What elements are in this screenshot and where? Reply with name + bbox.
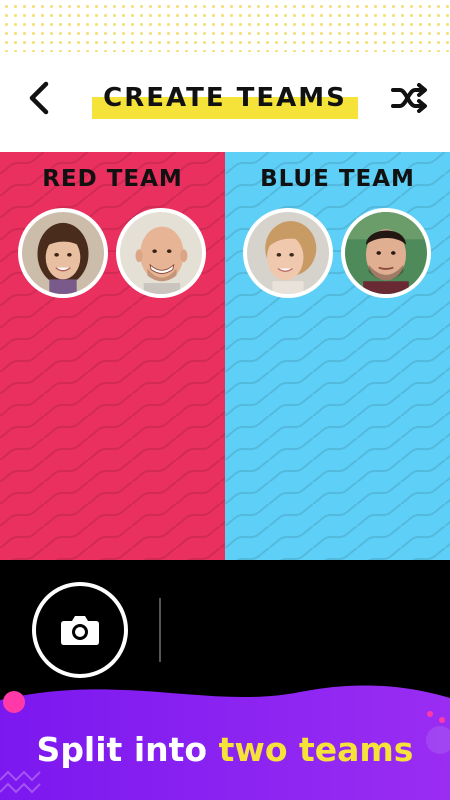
person-photo xyxy=(22,212,104,294)
wave-pattern xyxy=(0,152,225,560)
divider xyxy=(159,598,161,662)
avatar[interactable] xyxy=(341,208,431,298)
red-team-panel[interactable]: RED TEAM xyxy=(0,152,225,560)
header: CREATE TEAMS xyxy=(0,52,450,152)
back-button[interactable] xyxy=(20,78,60,118)
wave-pattern xyxy=(225,152,450,560)
shuffle-button[interactable] xyxy=(388,78,432,118)
camera-button[interactable] xyxy=(32,582,128,678)
avatar[interactable] xyxy=(18,208,108,298)
promo-banner: Split into two teams xyxy=(0,680,450,800)
dotted-pattern-top xyxy=(0,0,450,52)
blue-team-panel[interactable]: BLUE TEAM xyxy=(225,152,450,560)
chevron-left-icon xyxy=(29,81,49,115)
banner-caption: Split into two teams xyxy=(0,730,450,769)
avatar[interactable] xyxy=(243,208,333,298)
avatar[interactable] xyxy=(116,208,206,298)
person-photo xyxy=(345,212,427,294)
red-team-name: RED TEAM xyxy=(42,166,183,192)
shuffle-icon xyxy=(391,83,427,113)
caption-highlight: two teams xyxy=(218,730,414,769)
caption-text: Split into xyxy=(36,730,219,769)
person-photo xyxy=(247,212,329,294)
camera-icon xyxy=(61,616,99,645)
page-title-wrap: CREATE TEAMS xyxy=(92,83,358,119)
blue-team-name: BLUE TEAM xyxy=(260,166,415,192)
person-photo xyxy=(120,212,202,294)
page-title: CREATE TEAMS xyxy=(103,83,347,113)
